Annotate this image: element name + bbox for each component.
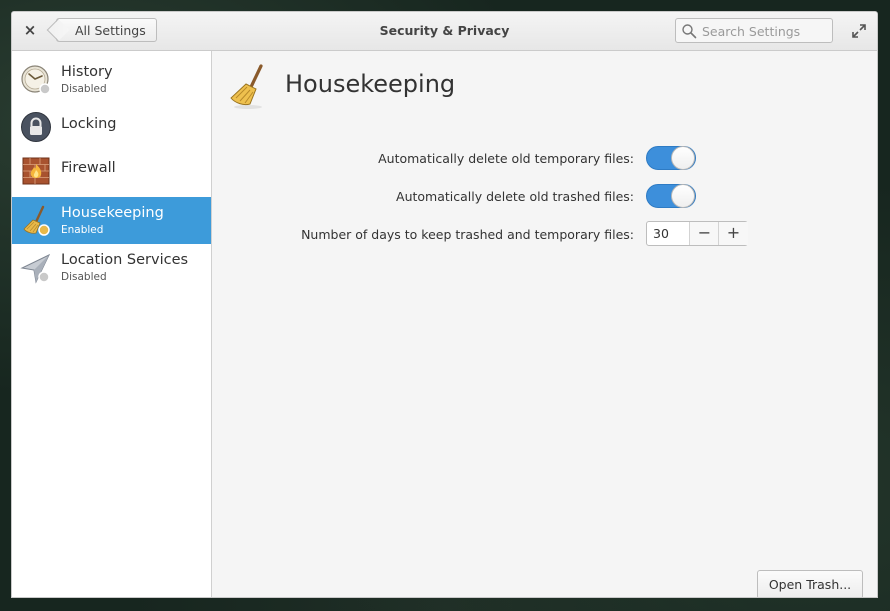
trash-files-label: Automatically delete old trashed files:: [396, 189, 634, 204]
main-content: Housekeeping Automatically delete old te…: [212, 51, 877, 597]
history-icon: [21, 65, 51, 95]
sidebar-item-locking[interactable]: Locking: [12, 103, 211, 150]
sidebar: History Disabled Locking Firewall Housek…: [12, 51, 212, 597]
sidebar-item-label: Firewall: [61, 160, 116, 176]
sidebar-item-label: Location Services: [61, 252, 189, 268]
sidebar-item-firewall[interactable]: Firewall: [12, 147, 211, 194]
sidebar-item-status: Enabled: [61, 224, 104, 236]
sidebar-item-history[interactable]: History Disabled: [12, 56, 211, 103]
sidebar-item-label: Housekeeping: [61, 205, 164, 221]
temp-files-toggle[interactable]: [646, 146, 696, 170]
days-to-keep-stepper[interactable]: 30 − +: [646, 221, 748, 246]
toggle-knob: [671, 146, 695, 170]
titlebar: × All Settings Security & Privacy: [12, 12, 877, 51]
close-button[interactable]: ×: [22, 22, 38, 38]
broom-icon: [230, 64, 263, 109]
search-icon: [682, 24, 697, 39]
decrement-button[interactable]: −: [689, 222, 719, 245]
temp-files-label: Automatically delete old temporary files…: [378, 151, 634, 166]
sidebar-item-housekeeping[interactable]: Housekeeping Enabled: [12, 197, 211, 244]
settings-window: × All Settings Security & Privacy Histor…: [11, 11, 878, 598]
sidebar-item-label: History: [61, 64, 113, 80]
days-value[interactable]: 30: [653, 226, 669, 241]
sidebar-item-status: Disabled: [61, 83, 107, 95]
open-trash-button[interactable]: Open Trash...: [757, 570, 863, 597]
page-title: Housekeeping: [285, 70, 456, 98]
trash-files-toggle[interactable]: [646, 184, 696, 208]
toggle-knob: [671, 184, 695, 208]
sidebar-item-status: Disabled: [61, 271, 107, 283]
sidebar-item-location-services[interactable]: Location Services Disabled: [12, 244, 211, 291]
maximize-icon[interactable]: [851, 23, 867, 39]
sidebar-item-label: Locking: [61, 116, 117, 132]
firewall-icon: [22, 157, 50, 185]
search-input[interactable]: [700, 21, 832, 42]
lock-icon: [21, 112, 51, 142]
all-settings-button[interactable]: All Settings: [56, 18, 157, 42]
location-icon: [20, 253, 51, 284]
search-box[interactable]: [675, 18, 833, 43]
increment-button[interactable]: +: [718, 222, 748, 245]
broom-icon: [23, 205, 50, 236]
days-to-keep-label: Number of days to keep trashed and tempo…: [301, 227, 634, 242]
